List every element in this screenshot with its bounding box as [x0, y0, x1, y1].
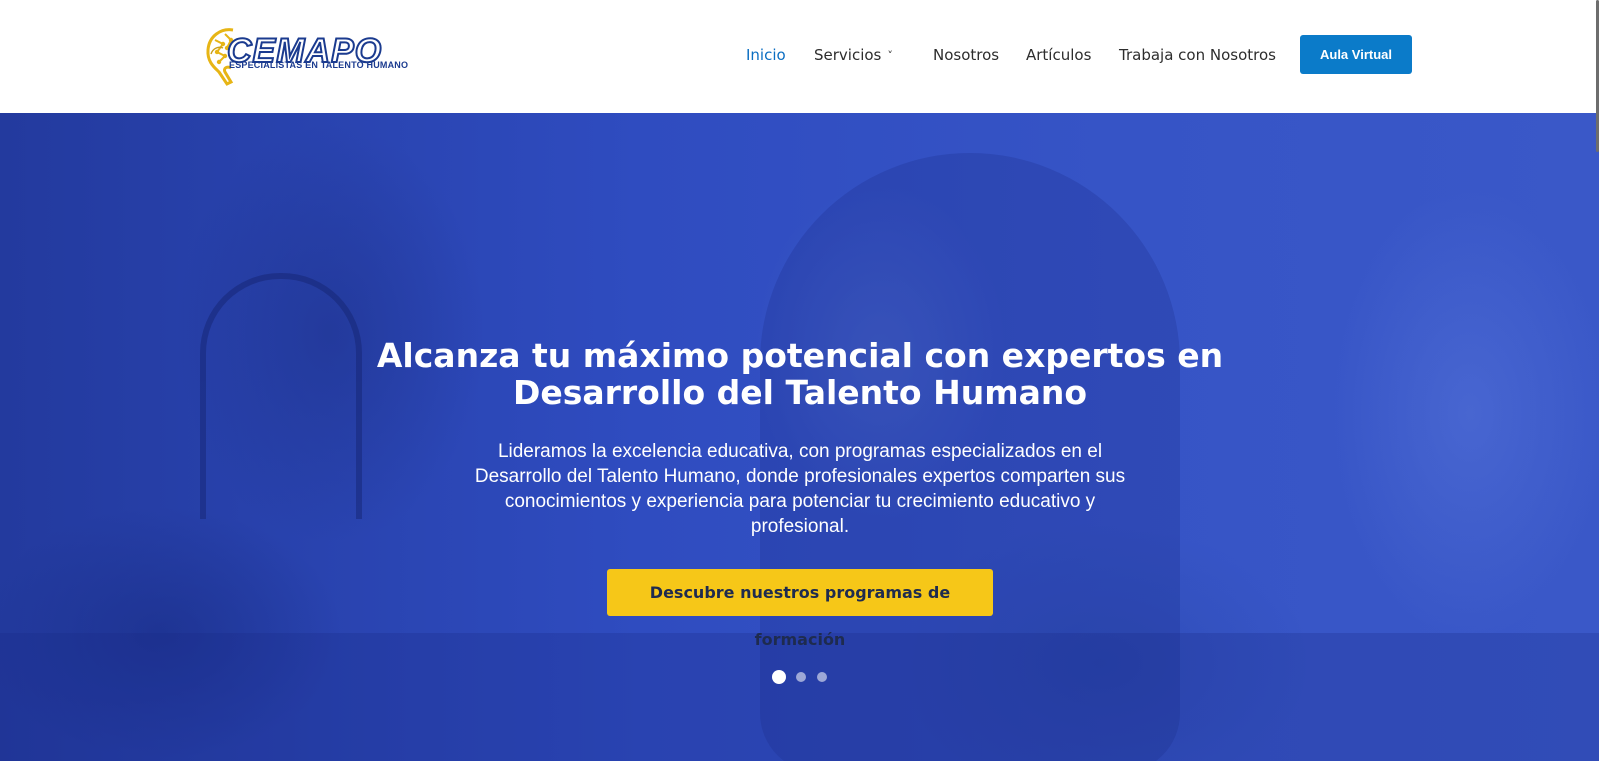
slider-dot-3[interactable]	[817, 672, 827, 682]
hero-content: Alcanza tu máximo potencial con expertos…	[0, 113, 1599, 761]
aula-virtual-button[interactable]: Aula Virtual	[1300, 35, 1412, 74]
hero-slider: Alcanza tu máximo potencial con expertos…	[0, 113, 1599, 761]
page: CEMAPO ESPECIALISTAS EN TALENTO HUMANO I…	[0, 0, 1599, 761]
hero-description-line: conocimientos y experiencia para potenci…	[504, 491, 1096, 512]
hero-description-line: Lideramos la excelencia educativa, con p…	[497, 441, 1103, 462]
hero-description-line: profesional.	[750, 516, 850, 537]
hero-title-line: Alcanza tu máximo potencial con expertos…	[376, 336, 1224, 375]
hero-title: Alcanza tu máximo potencial con expertos…	[300, 337, 1300, 411]
slider-pagination	[772, 670, 832, 684]
nav-item-inicio[interactable]: Inicio	[746, 45, 786, 65]
hero-description: Lideramos la excelencia educativa, con p…	[460, 439, 1140, 539]
site-header: CEMAPO ESPECIALISTAS EN TALENTO HUMANO I…	[0, 0, 1599, 113]
hero-title-line: Desarrollo del Talento Humano	[512, 373, 1088, 412]
chevron-down-icon: ˅	[887, 49, 893, 62]
slider-dot-1[interactable]	[772, 670, 786, 684]
hero-description-line: Desarrollo del Talento Humano, donde pro…	[474, 466, 1126, 487]
page-scrollbar[interactable]	[1595, 0, 1599, 761]
nav-item-servicios[interactable]: Servicios ˅	[814, 45, 893, 66]
nav-item-servicios-label: Servicios	[814, 46, 882, 64]
brand-logo[interactable]: CEMAPO ESPECIALISTAS EN TALENTO HUMANO	[203, 24, 408, 88]
nav-item-nosotros[interactable]: Nosotros	[933, 45, 999, 65]
slider-dot-2[interactable]	[796, 672, 806, 682]
brand-tagline: ESPECIALISTAS EN TALENTO HUMANO	[229, 60, 409, 70]
programs-cta-button[interactable]: Descubre nuestros programas de formación	[607, 569, 993, 649]
nav-item-articulos[interactable]: Artículos	[1026, 45, 1091, 65]
nav-item-trabaja[interactable]: Trabaja con Nosotros	[1119, 45, 1276, 65]
